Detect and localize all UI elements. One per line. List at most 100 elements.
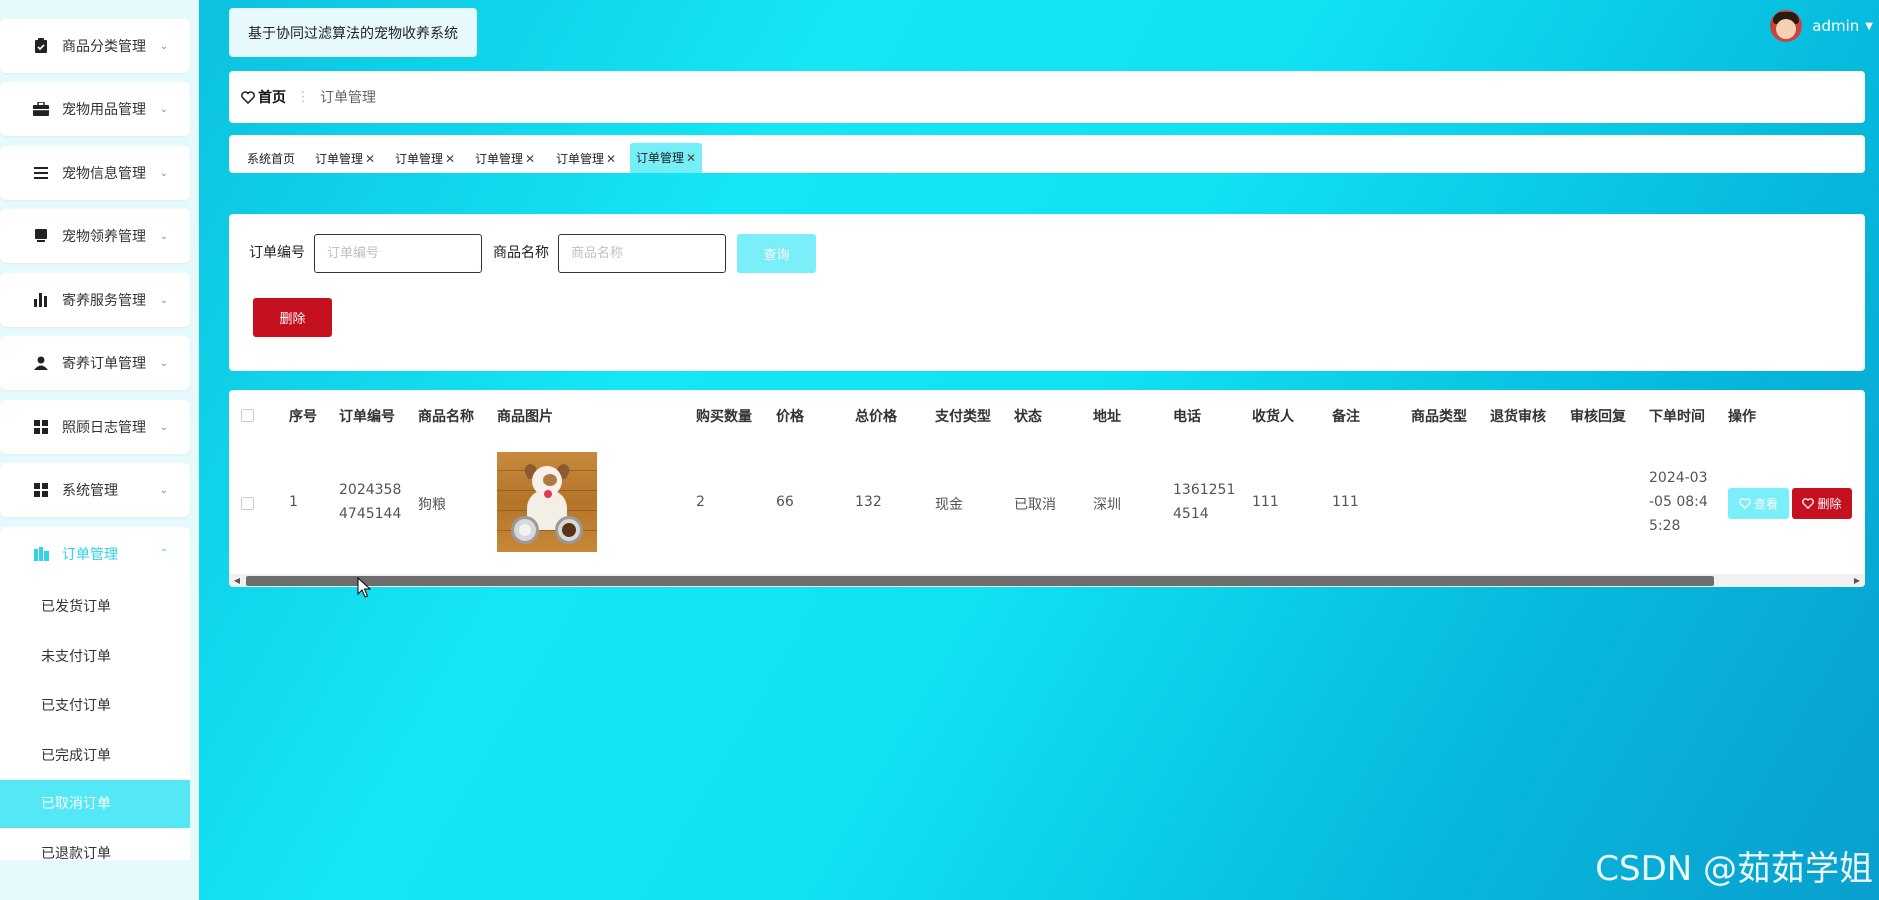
mouse-cursor-icon [357,577,371,598]
batch-delete-button[interactable]: 删除 [253,298,332,337]
tag-label: 订单管理 [395,152,444,166]
close-icon[interactable]: ✕ [606,152,616,166]
order-no-label: 订单编号 [249,245,305,261]
cell-remark: 111 [1332,494,1359,510]
column-header: 操作 [1728,409,1756,425]
sidebar-item-boarding-service[interactable]: 寄养服务管理 ⌄ [0,273,190,327]
column-header: 电话 [1173,409,1201,425]
briefcase-icon [32,100,50,118]
tag-orders[interactable]: 订单管理 ✕ [309,145,381,173]
tag-home[interactable]: 系统首页 [241,145,301,173]
column-header: 退货审核 [1490,409,1546,425]
view-button-label: 查看 [1753,497,1778,511]
column-header: 总价格 [855,409,897,425]
cell-qty: 2 [696,494,705,510]
chevron-down-icon: ⌄ [159,294,168,306]
row-delete-button[interactable]: 删除 [1792,488,1852,519]
scrollbar-thumb[interactable] [246,576,1714,586]
tag-label: 订单管理 [315,152,364,166]
user-menu[interactable]: admin ▼ [1770,8,1879,44]
chevron-down-icon: ⌄ [159,484,168,496]
sidebar-item-care-log[interactable]: 照顾日志管理 ⌄ [0,400,190,454]
breadcrumb-home[interactable]: 首页 [241,87,286,107]
query-button[interactable]: 查询 [737,234,816,273]
sidebar-item-label: 照顾日志管理 [62,420,146,436]
select-all-checkbox[interactable] [241,409,254,422]
sidebar: 商品分类管理 ⌄ 宠物用品管理 ⌄ 宠物信息管理 ⌄ 宠物领养管理 ⌄ 寄养服务… [0,0,199,900]
sidebar-item-pet-info[interactable]: 宠物信息管理 ⌄ [0,146,190,200]
heart-icon [1739,498,1751,509]
chevron-up-icon: ⌃ [159,548,168,559]
column-header: 下单时间 [1649,409,1705,425]
cell-order-no: 2024358 [339,482,402,498]
chevron-down-icon: ⌄ [159,421,168,433]
close-icon[interactable]: ✕ [365,152,375,166]
username: admin [1812,17,1860,35]
chevron-down-icon: ⌄ [159,230,168,242]
sidebar-item-label: 宠物用品管理 [62,102,146,118]
sidebar-item-orders[interactable]: 订单管理 ⌃ [0,527,190,580]
submenu-item-completed[interactable]: 已完成订单 [0,732,190,780]
submenu-item-paid[interactable]: 已支付订单 [0,682,190,730]
column-header: 状态 [1014,409,1042,425]
product-image[interactable] [497,452,597,552]
clipboard-icon [32,37,50,55]
sidebar-item-system[interactable]: 系统管理 ⌄ [0,463,190,517]
close-icon[interactable]: ✕ [686,151,696,165]
horizontal-scrollbar[interactable]: ◀ ▶ [229,574,1865,587]
chevron-down-icon: ⌄ [159,357,168,369]
cell-pay-type: 现金 [935,497,963,513]
chevron-down-icon: ⌄ [159,103,168,115]
user-icon [32,354,50,372]
sidebar-item-boarding-order[interactable]: 寄养订单管理 ⌄ [0,336,190,390]
column-header: 价格 [776,409,804,425]
cell-address: 深圳 [1093,497,1121,513]
cell-phone-cont: 4514 [1173,506,1209,522]
cell-total: 132 [855,494,882,510]
view-button[interactable]: 查看 [1728,488,1789,519]
column-header: 审核回复 [1570,409,1626,425]
grid-icon [32,481,50,499]
watermark: CSDN @茹茹学姐 [1595,849,1873,889]
row-checkbox[interactable] [241,497,254,510]
list-icon [32,164,50,182]
order-no-input[interactable] [314,234,482,273]
tag-orders[interactable]: 订单管理 ✕ [389,145,461,173]
submenu-item-shipped[interactable]: 已发货订单 [0,583,190,631]
tag-orders[interactable]: 订单管理 ✕ [469,145,541,173]
column-header: 商品名称 [418,409,474,425]
scroll-right-icon[interactable]: ▶ [1851,574,1863,587]
submenu-item-cancelled[interactable]: 已取消订单 [0,780,190,828]
column-header: 支付类型 [935,409,991,425]
sidebar-item-adoption[interactable]: 宠物领养管理 ⌄ [0,209,190,263]
cell-receiver: 111 [1252,494,1279,510]
close-icon[interactable]: ✕ [445,152,455,166]
close-icon[interactable]: ✕ [525,152,535,166]
column-header: 商品图片 [497,409,553,425]
scroll-left-icon[interactable]: ◀ [231,574,243,587]
orders-table: 序号 订单编号 商品名称 商品图片 购买数量 价格 总价格 支付类型 状态 地址… [229,390,1865,587]
submenu-item-unpaid[interactable]: 未支付订单 [0,633,190,681]
tag-label: 订单管理 [556,152,605,166]
tags-bar: 系统首页 订单管理 ✕ 订单管理 ✕ 订单管理 ✕ 订单管理 ✕ 订单管理 ✕ [229,135,1865,173]
tag-label: 订单管理 [475,152,524,166]
tag-orders-active[interactable]: 订单管理 ✕ [630,143,703,173]
submenu-item-refunded[interactable]: 已退款订单 [0,830,190,860]
tag-orders[interactable]: 订单管理 ✕ [550,145,622,173]
orders-submenu: 已发货订单 未支付订单 已支付订单 已完成订单 已取消订单 已退款订单 [0,580,190,860]
column-header: 收货人 [1252,409,1294,425]
search-panel: 订单编号 商品名称 查询 删除 [229,214,1865,371]
sidebar-item-supplies[interactable]: 宠物用品管理 ⌄ [0,82,190,136]
system-title: 基于协同过滤算法的宠物收养系统 [229,8,477,57]
sidebar-item-label: 宠物领养管理 [62,229,146,245]
cell-order-time-cont: -05 08:4 [1649,494,1708,510]
sidebar-item-category[interactable]: 商品分类管理 ⌄ [0,19,190,73]
product-name-label: 商品名称 [493,245,549,261]
grid-icon [32,418,50,436]
sidebar-item-label: 宠物信息管理 [62,166,146,182]
sidebar-item-label: 订单管理 [62,546,118,563]
product-name-input[interactable] [558,234,726,273]
heart-icon [241,90,255,104]
cell-order-time-cont: 5:28 [1649,518,1681,534]
chevron-down-icon: ⌄ [159,167,168,179]
